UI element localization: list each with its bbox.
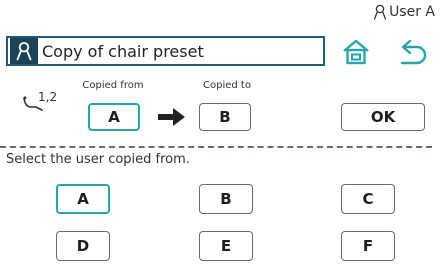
copied-to-label: Copied to — [203, 80, 251, 91]
right-arrow-icon — [158, 108, 186, 130]
chair-position-numbers: 1,2 — [38, 90, 58, 104]
home-icon — [342, 39, 370, 69]
chair-preset-copy-screen: User A Copy of chair preset 1,2 Copied f… — [0, 0, 443, 268]
back-arrow-icon — [399, 38, 429, 70]
copied-to-value: B — [199, 103, 251, 131]
home-button[interactable] — [338, 36, 374, 72]
copied-from-value: A — [88, 103, 140, 131]
back-button[interactable] — [394, 36, 434, 72]
copied-from-label: Copied from — [82, 80, 144, 91]
user-button-f[interactable]: F — [341, 231, 395, 261]
user-button-c[interactable]: C — [341, 184, 395, 214]
screen-title-box: Copy of chair preset — [6, 36, 325, 66]
user-button-d[interactable]: D — [56, 231, 110, 261]
section-divider — [0, 146, 432, 148]
ok-button[interactable]: OK — [341, 103, 425, 131]
user-icon — [10, 38, 38, 64]
user-button-a[interactable]: A — [56, 184, 110, 214]
current-user-label: User A — [389, 4, 435, 20]
instruction-text: Select the user copied from. — [6, 152, 190, 167]
page-title: Copy of chair preset — [42, 41, 204, 61]
current-user-indicator: User A — [373, 4, 435, 20]
user-button-b[interactable]: B — [199, 184, 253, 214]
user-button-e[interactable]: E — [199, 231, 253, 261]
user-icon — [373, 4, 387, 20]
